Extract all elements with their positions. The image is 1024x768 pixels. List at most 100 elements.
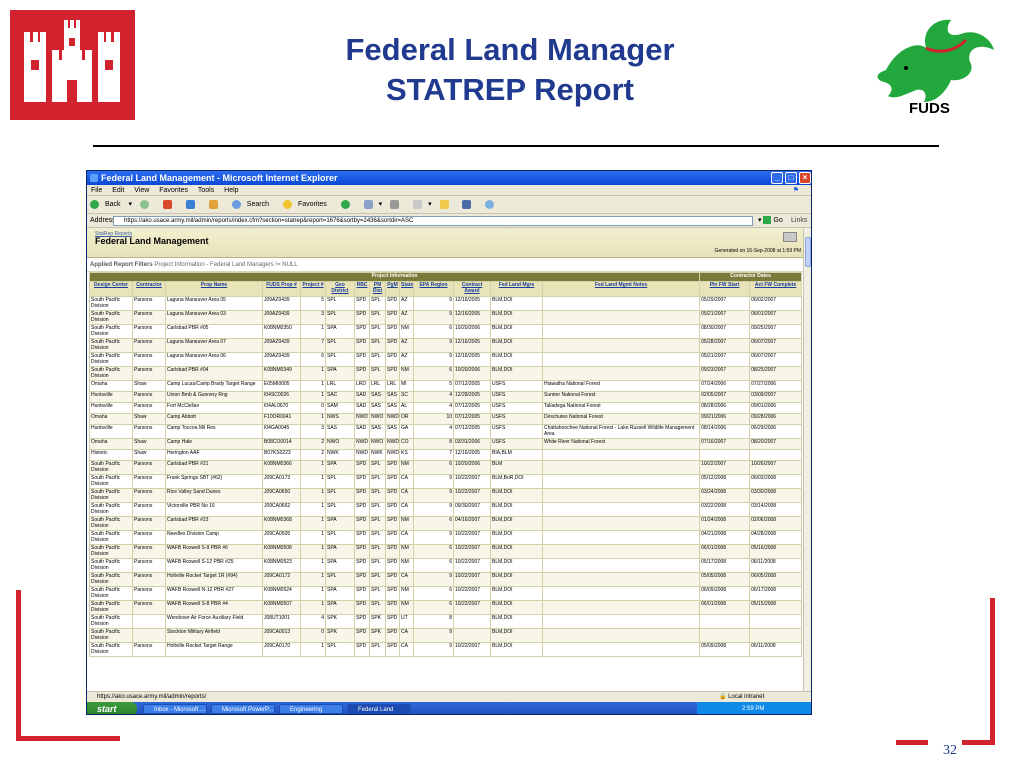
column-header[interactable]: Pln FW Start <box>699 281 751 297</box>
table-cell: 05/05/2008 <box>699 572 751 587</box>
column-header[interactable]: Contract Award <box>453 281 491 297</box>
home-button[interactable] <box>208 196 224 214</box>
table-cell: South Pacific Division <box>89 628 133 643</box>
table-cell: SPL <box>325 310 355 325</box>
printer-icon <box>390 199 400 209</box>
table-cell: 1 <box>300 558 326 573</box>
start-button[interactable]: start <box>87 702 137 714</box>
forward-button[interactable] <box>139 196 155 214</box>
stop-button[interactable] <box>162 196 178 214</box>
table-cell: BLM,DOI <box>490 614 543 629</box>
table-cell: Parsons <box>132 586 166 601</box>
column-header[interactable]: RBC <box>354 281 370 297</box>
table-cell: SPA <box>325 586 355 601</box>
table-cell: 10/22/2007 <box>453 558 491 573</box>
maximize-button[interactable]: □ <box>785 172 797 184</box>
table-cell: SPK <box>369 614 386 629</box>
table-cell: 1 <box>300 544 326 559</box>
go-button[interactable]: ▾ Go <box>758 216 783 226</box>
minimize-button[interactable]: _ <box>771 172 783 184</box>
print-button[interactable] <box>390 196 405 214</box>
table-row: South Pacific Division Parsons Needles Div… <box>89 530 803 545</box>
table-cell: Parsons <box>132 324 166 339</box>
slide-title-line1: Federal Land Manager <box>345 32 675 67</box>
table-cell: SPL <box>369 544 386 559</box>
print-report-icon[interactable] <box>783 232 797 242</box>
edit-button[interactable]: ▾ <box>413 196 432 214</box>
table-cell: SPL <box>369 502 386 517</box>
table-cell: South Pacific Division <box>89 530 133 545</box>
close-button[interactable]: × <box>799 172 811 184</box>
table-cell: 04/21/2008 <box>699 530 751 545</box>
column-header[interactable]: Contractor <box>132 281 166 297</box>
table-cell: 04/28/2008 <box>749 530 803 545</box>
table-cell: SPD <box>385 338 400 353</box>
table-row: South Pacific Division Parsons WAFB Roswel… <box>89 544 803 559</box>
refresh-button[interactable] <box>185 196 201 214</box>
table-cell: SPL <box>369 586 386 601</box>
column-header[interactable]: Fed Land Mgmt Notes <box>541 281 701 297</box>
menu-file[interactable]: File <box>91 187 102 194</box>
table-cell: 1 <box>300 391 326 403</box>
report-table: Project Information Contractor Dates Des… <box>88 272 803 657</box>
menu-help[interactable]: Help <box>224 187 238 194</box>
table-cell: SPL <box>325 352 355 367</box>
column-header[interactable]: Design Center <box>89 281 133 297</box>
column-header[interactable]: Prop Name <box>165 281 263 297</box>
search-button[interactable]: Search <box>231 196 275 214</box>
column-header[interactable]: Fed Land Mgrs <box>490 281 543 297</box>
table-cell: SPD <box>354 296 370 311</box>
scroll-thumb[interactable] <box>805 237 811 267</box>
favorites-button[interactable]: Favorites <box>282 196 333 214</box>
table-cell: 06/11/2008 <box>749 642 803 657</box>
table-row: Huntsville Parsons Camp Toccoa Mil Res I04G… <box>89 424 803 439</box>
task-federal-land[interactable]: Federal Land Man... <box>347 704 411 714</box>
table-cell: South Pacific Division <box>89 352 133 367</box>
table-cell: Needles Division Camp <box>165 530 263 545</box>
table-cell: SPD <box>354 460 370 475</box>
discuss-button[interactable] <box>462 196 477 214</box>
table-cell: SPL <box>325 642 355 657</box>
table-cell: 6 <box>413 366 454 381</box>
column-header[interactable]: FUDS Prop # <box>262 281 301 297</box>
title-divider <box>93 145 939 147</box>
task-inbox[interactable]: Inbox - Microsoft ... <box>143 704 207 714</box>
column-header[interactable]: PgM <box>385 281 400 297</box>
messenger-button[interactable] <box>485 196 500 214</box>
table-cell: SPA <box>325 544 355 559</box>
menu-view[interactable]: View <box>134 187 149 194</box>
vertical-scrollbar[interactable] <box>803 229 811 691</box>
folder-button[interactable] <box>439 196 455 214</box>
links-button[interactable]: Links <box>791 214 807 228</box>
column-header[interactable]: State <box>399 281 414 297</box>
column-header[interactable]: EPA Region <box>413 281 454 297</box>
address-input[interactable]: https://ako.usace.army.mil/admin/reports… <box>113 216 753 226</box>
table-cell: 03/14/2008 <box>749 502 803 517</box>
column-header-row: Design Center Contractor Prop Name FUDS Pro… <box>89 281 803 297</box>
table-cell <box>541 352 701 367</box>
table-cell: BLM,DOI <box>490 544 543 559</box>
menu-favorites[interactable]: Favorites <box>159 187 188 194</box>
column-header[interactable]: Geo District <box>325 281 355 297</box>
task-powerpoint[interactable]: Microsoft PowerP... <box>211 704 275 714</box>
column-header[interactable]: PM Dist <box>369 281 386 297</box>
menu-tools[interactable]: Tools <box>198 187 214 194</box>
table-cell: 10/22/2007 <box>453 642 491 657</box>
column-header[interactable]: Act FW Complete <box>749 281 803 297</box>
table-cell: I04GA0045 <box>262 424 301 439</box>
table-cell: 7 <box>300 338 326 353</box>
task-engineering[interactable]: Engineering know... <box>279 704 343 714</box>
table-cell: J09CA0170 <box>262 642 301 657</box>
back-button[interactable]: Back ▾ <box>90 196 132 214</box>
mail-button[interactable]: ▾ <box>363 196 382 214</box>
table-cell: 09/25/2007 <box>749 324 803 339</box>
table-cell: SAD <box>354 391 370 403</box>
history-button[interactable] <box>340 196 356 214</box>
menu-edit[interactable]: Edit <box>112 187 124 194</box>
table-row: Huntsville Parsons Union Bmb & Gunnery Rng… <box>89 391 803 403</box>
table-cell: BLM,BoR,DOI <box>490 474 543 489</box>
bracket-right-horizontal <box>962 740 995 745</box>
status-zone: 🔒 Local intranet <box>719 694 765 700</box>
column-header[interactable]: Project # <box>300 281 326 297</box>
table-cell: Camp Hale <box>165 438 263 450</box>
